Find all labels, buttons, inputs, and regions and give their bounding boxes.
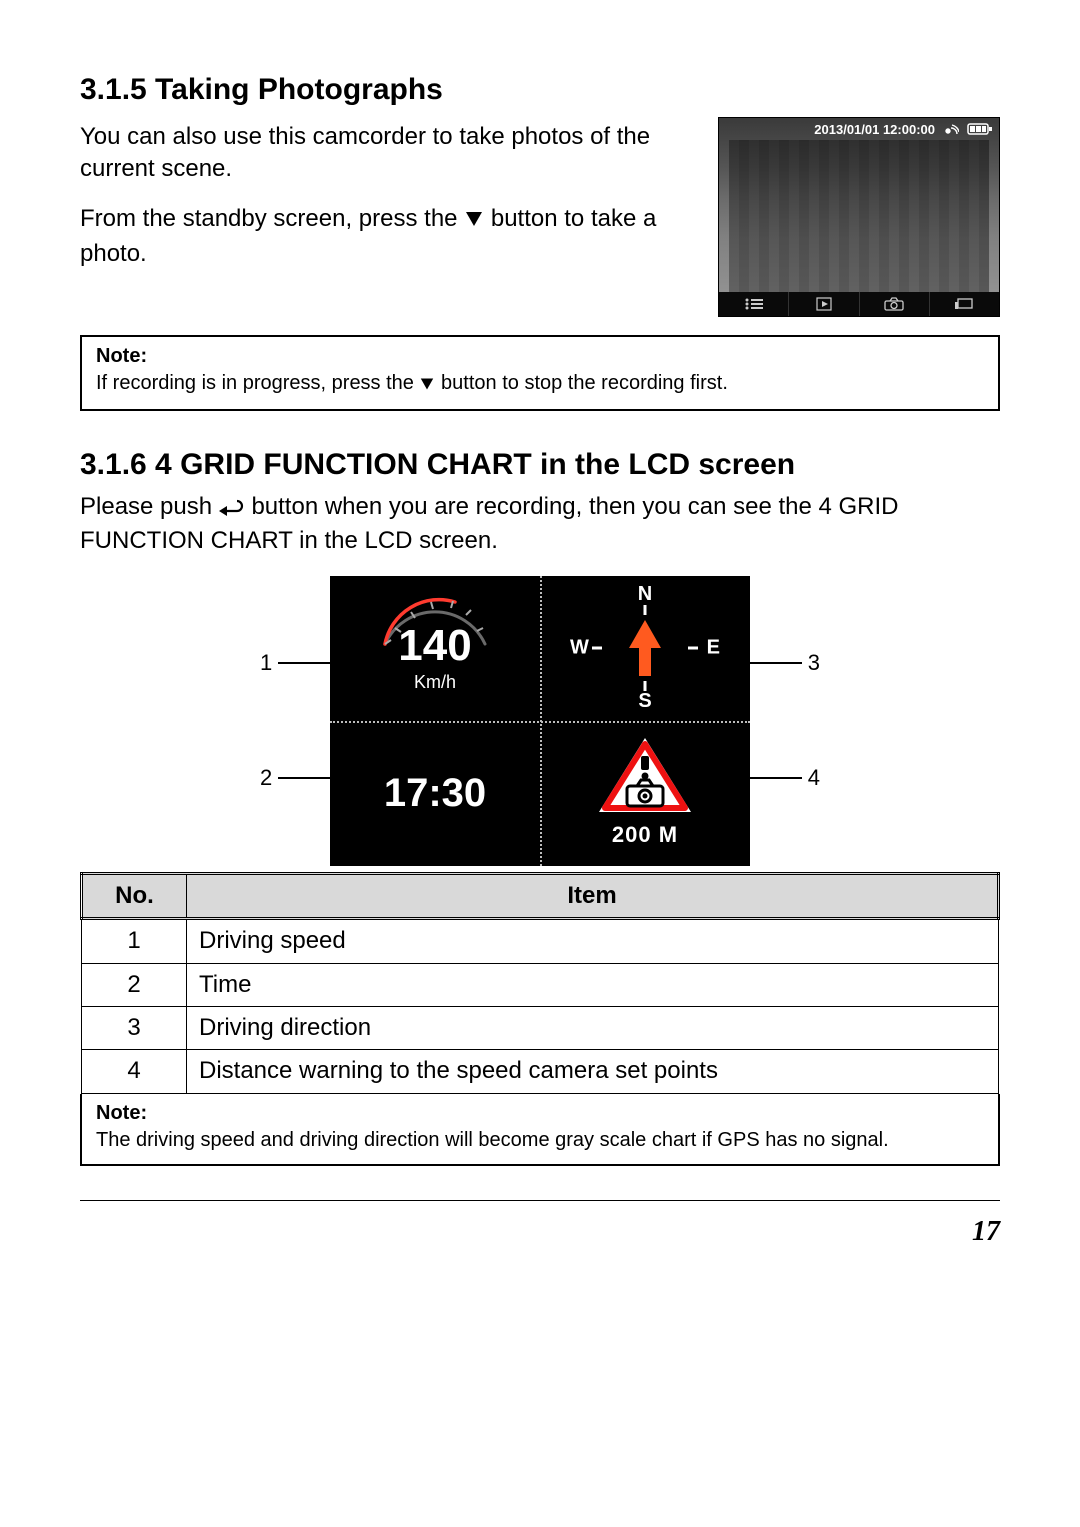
note-box-2: Note: The driving speed and driving dire…: [80, 1094, 1000, 1166]
footer-rule: [80, 1200, 1000, 1201]
table-cell-item: Distance warning to the speed camera set…: [187, 1050, 999, 1093]
paragraph-instruction: From the standby screen, press the butto…: [80, 203, 698, 270]
quadrant-compass: N S E W: [540, 576, 750, 721]
camera-icon: [860, 292, 930, 316]
timestamp-label: 2013/01/01 12:00:00: [814, 121, 935, 139]
table-cell-item: Driving speed: [187, 919, 999, 963]
compass-n: N: [638, 581, 652, 608]
table-cell-item: Time: [187, 963, 999, 1006]
satellite-icon: [943, 122, 959, 136]
table-row: 2Time: [82, 963, 999, 1006]
callout-number: 3: [808, 648, 820, 678]
note-text: If recording is in progress, press the b…: [96, 370, 984, 399]
heading-taking-photographs: 3.1.5 Taking Photographs: [80, 70, 1000, 111]
text-fragment: From the standby screen, press the: [80, 205, 464, 232]
table-head-no: No.: [82, 873, 187, 918]
quadrant-warning: 200 M: [540, 721, 750, 866]
table-row: 4Distance warning to the speed camera se…: [82, 1050, 999, 1093]
note-box-1: Note: If recording is in progress, press…: [80, 335, 1000, 411]
paragraph-grid-instruction: Please push button when you are recordin…: [80, 491, 1000, 558]
callout-2: 2: [260, 763, 330, 793]
table-row: 1Driving speed: [82, 919, 999, 963]
text-fragment: Please push: [80, 493, 219, 520]
menu-icon: [719, 292, 789, 316]
gauge-arc-icon: [365, 584, 505, 654]
callout-number: 4: [808, 763, 820, 793]
table-cell-no: 3: [82, 1006, 187, 1049]
table-cell-no: 1: [82, 919, 187, 963]
speed-camera-warning-icon: [597, 736, 693, 816]
compass-w: W: [570, 635, 589, 662]
time-value: 17:30: [384, 766, 486, 820]
note-title: Note:: [96, 1100, 984, 1127]
triangle-down-icon: [419, 372, 435, 399]
compass-arrow-icon: [625, 620, 665, 676]
text-fragment: button to stop the recording first.: [441, 372, 728, 394]
mode-icon: [930, 292, 999, 316]
warning-distance: 200 M: [612, 820, 678, 850]
text-fragment: If recording is in progress, press the: [96, 372, 419, 394]
quadrant-time: 17:30: [330, 721, 540, 866]
table-cell-no: 2: [82, 963, 187, 1006]
speed-unit: Km/h: [414, 670, 456, 694]
note-title: Note:: [96, 343, 984, 370]
heading-grid-function-chart: 3.1.6 4 GRID FUNCTION CHART in the LCD s…: [80, 445, 1000, 486]
grid-function-table: No. Item 1Driving speed 2Time 3Driving d…: [80, 872, 1000, 1094]
return-arrow-icon: [219, 493, 245, 525]
lcd-grid-figure: 140 Km/h N S E W: [330, 576, 750, 866]
camera-preview-thumbnail: 2013/01/01 12:00:00: [718, 117, 1000, 317]
callout-number: 2: [260, 763, 272, 793]
callout-1: 1: [260, 648, 330, 678]
table-cell-item: Driving direction: [187, 1006, 999, 1049]
table-head-item: Item: [187, 873, 999, 918]
callout-3: 3: [750, 648, 820, 678]
page-number: 17: [80, 1213, 1000, 1251]
battery-icon: [967, 122, 993, 136]
table-cell-no: 4: [82, 1050, 187, 1093]
callout-4: 4: [750, 763, 820, 793]
compass-s: S: [638, 688, 651, 715]
play-icon: [789, 292, 859, 316]
compass-e: E: [707, 635, 720, 662]
quadrant-speed: 140 Km/h: [330, 576, 540, 721]
callout-number: 1: [260, 648, 272, 678]
table-row: 3Driving direction: [82, 1006, 999, 1049]
triangle-down-icon: [464, 205, 484, 237]
note-text: The driving speed and driving direction …: [96, 1127, 984, 1154]
paragraph-intro: You can also use this camcorder to take …: [80, 121, 698, 186]
